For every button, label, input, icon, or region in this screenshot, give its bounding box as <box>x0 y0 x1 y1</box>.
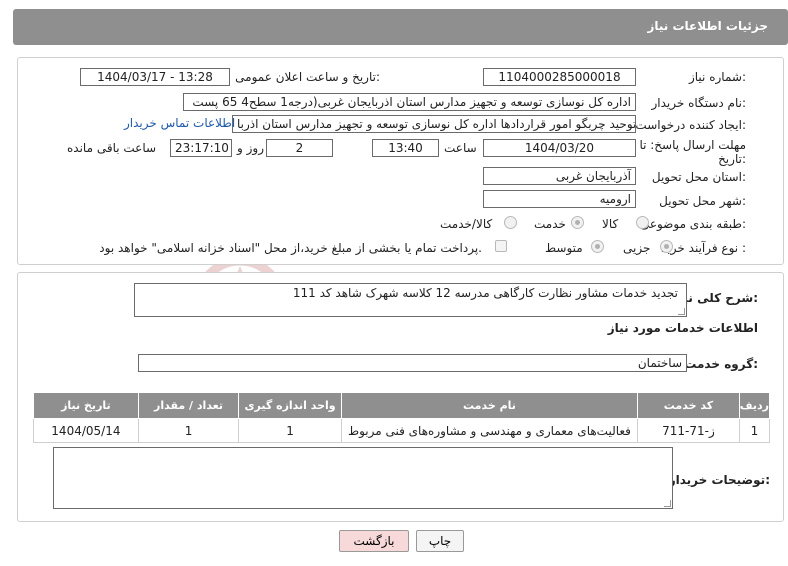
days-field: 2 <box>266 139 333 157</box>
remaining-time-field: 23:17:10 <box>170 139 232 157</box>
city-label: شهر محل تحویل: <box>659 194 746 208</box>
cell-name: فعالیت‌های معماری و مهندسی و مشاوره‌های … <box>340 418 639 443</box>
requester-field: توحید چربگو امور قراردادها اداره کل نوسا… <box>232 115 636 133</box>
resize-handle-icon[interactable] <box>678 308 685 315</box>
need-info-panel <box>17 57 784 265</box>
treasury-checkbox[interactable] <box>495 240 507 252</box>
city-field: ارومیه <box>483 190 636 208</box>
cell-code: ز-71-711 <box>637 418 740 443</box>
page-title: جزئیات اطلاعات نیاز <box>647 19 768 33</box>
column-header-name: نام خدمت <box>340 392 639 419</box>
table-row: 1 ز-71-711 فعالیت‌های معماری و مهندسی و … <box>33 418 771 443</box>
deadline-time-field: 13:40 <box>372 139 439 157</box>
services-section-title: اطلاعات خدمات مورد نیاز <box>607 321 758 335</box>
service-group-field: ساختمان <box>138 354 687 372</box>
category-label: طبقه بندی موضوعی: <box>639 217 746 231</box>
process-option-minor: جزیی <box>623 241 651 255</box>
days-label: روز و <box>237 141 264 155</box>
column-header-quantity: تعداد / مقدار <box>137 392 240 419</box>
cell-row-number: 1 <box>738 418 771 443</box>
category-option-service: خدمت <box>534 217 566 231</box>
category-radio-goods[interactable] <box>636 216 649 229</box>
province-label: استان محل تحویل: <box>651 170 746 184</box>
remaining-label: ساعت باقی مانده <box>67 141 157 155</box>
payment-note: پرداخت تمام یا بخشی از مبلغ خرید،از محل … <box>99 241 482 255</box>
cell-unit: 1 <box>238 418 342 443</box>
category-option-goods: کالا <box>602 217 619 231</box>
announce-label: تاریخ و ساعت اعلان عمومی: <box>235 70 380 84</box>
time-label: ساعت <box>444 141 477 155</box>
buyer-org-field: اداره کل نوسازی توسعه و تجهیز مدارس استا… <box>183 93 636 111</box>
cell-quantity: 1 <box>137 418 240 443</box>
summary-field: تجدید خدمات مشاور نظارت کارگاهی مدرسه 12… <box>134 283 687 317</box>
process-radio-medium[interactable] <box>591 240 604 253</box>
resize-handle-icon[interactable] <box>664 500 671 507</box>
process-radio-minor[interactable] <box>660 240 673 253</box>
column-header-date: تاریخ نیاز <box>33 392 139 419</box>
buyer-notes-label: توضیحات خریدار: <box>668 473 770 487</box>
deadline-label: مهلت ارسال پاسخ: تا <box>639 138 746 152</box>
summary-text: تجدید خدمات مشاور نظارت کارگاهی مدرسه 12… <box>292 286 678 300</box>
category-option-goods-service: کالا/خدمت <box>440 217 493 231</box>
buyer-org-label: نام دستگاه خریدار: <box>651 96 747 110</box>
back-button[interactable]: بازگشت <box>339 530 409 552</box>
category-radio-service[interactable] <box>571 216 584 229</box>
deadline-date-field: 1404/03/20 <box>483 139 636 157</box>
process-option-medium: متوسط <box>545 241 583 255</box>
process-label: نوع فرآیند خرید : <box>661 241 746 255</box>
province-field: آذربایجان غربی <box>483 167 636 185</box>
need-number-field: 1104000285000018 <box>483 68 636 86</box>
services-table: ردیف کد خدمت نام خدمت واحد اندازه گیری ت… <box>33 392 771 443</box>
column-header-unit: واحد اندازه گیری <box>238 392 342 419</box>
column-header-row-number: ردیف <box>738 392 771 419</box>
requester-label: ایجاد کننده درخواست: <box>635 118 746 132</box>
cell-date: 1404/05/14 <box>33 418 139 443</box>
service-group-label: گروه خدمت: <box>684 357 758 371</box>
page-header: جزئیات اطلاعات نیاز <box>13 9 788 45</box>
buyer-notes-field[interactable] <box>53 447 673 509</box>
category-radio-goods-service[interactable] <box>504 216 517 229</box>
table-header-row: ردیف کد خدمت نام خدمت واحد اندازه گیری ت… <box>33 392 771 419</box>
column-header-code: کد خدمت <box>637 392 740 419</box>
contact-buyer-link[interactable]: اطلاعات تماس خریدار <box>124 116 235 130</box>
announce-field: 1404/03/17 - 13:28 <box>80 68 230 86</box>
deadline-date-label: تاریخ: <box>718 152 746 166</box>
print-button[interactable]: چاپ <box>416 530 464 552</box>
need-number-label: شماره نیاز: <box>688 70 746 84</box>
